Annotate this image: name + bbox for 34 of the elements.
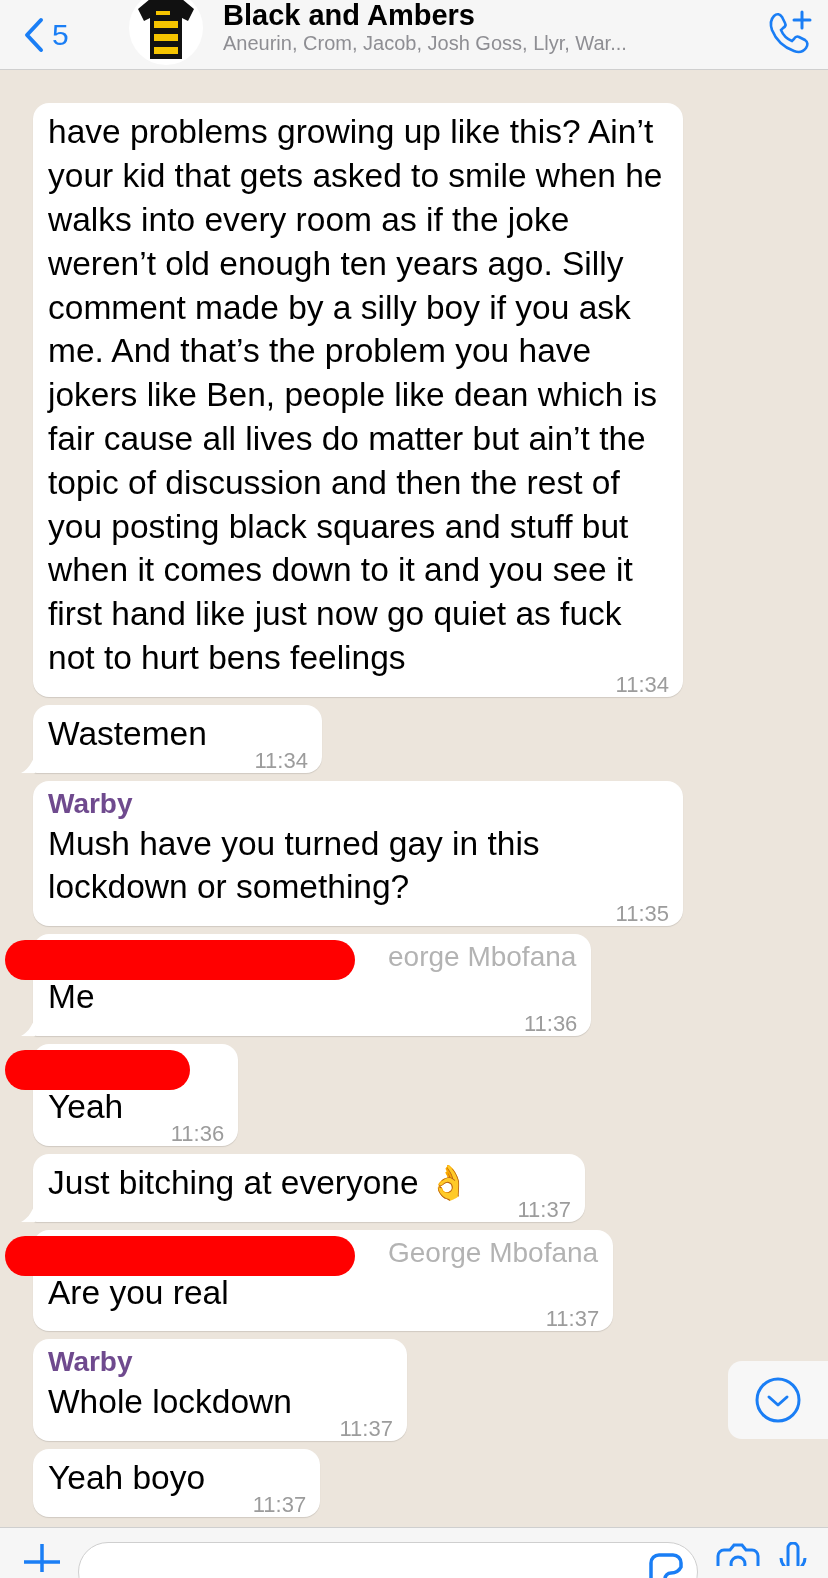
back-icon bbox=[24, 16, 44, 53]
microphone-icon bbox=[778, 1542, 808, 1566]
back-button[interactable]: 5 bbox=[24, 16, 119, 53]
message-text: Just bitching at everyone 👌 bbox=[48, 1163, 470, 1201]
message-text: Are you real bbox=[48, 1273, 229, 1311]
message-text: Mush have you turned gay in this lockdown or something? bbox=[48, 824, 540, 906]
message-time: 11:36 bbox=[170, 1123, 225, 1144]
attach-button[interactable] bbox=[24, 1542, 60, 1572]
message-time: 11:37 bbox=[545, 1309, 600, 1330]
chevron-down-icon bbox=[754, 1376, 802, 1424]
message-time: 11:37 bbox=[252, 1495, 307, 1515]
message-time: 11:35 bbox=[615, 904, 669, 925]
message-text: Wastemen bbox=[48, 714, 207, 752]
camera-button[interactable] bbox=[716, 1542, 760, 1566]
sender-name[interactable]: Warby bbox=[48, 1346, 392, 1379]
message-time: 11:34 bbox=[254, 750, 308, 771]
message-time: 11:36 bbox=[523, 1014, 578, 1034]
members-list: Aneurin, Crom, Jacob, Josh Goss, Llyr, War... bbox=[223, 31, 756, 55]
message-text: Whole lockdown bbox=[48, 1383, 292, 1421]
camera-icon bbox=[716, 1542, 760, 1566]
message-text: Yeah boyo bbox=[48, 1459, 206, 1497]
plus-icon bbox=[24, 1542, 60, 1572]
sender-name[interactable]: Warby bbox=[48, 787, 668, 820]
group-avatar-shirt-icon[interactable] bbox=[138, 0, 194, 59]
message-text: Me bbox=[48, 978, 95, 1016]
chat-title[interactable]: Black and Ambers bbox=[223, 0, 756, 32]
message-time: 11:34 bbox=[615, 674, 669, 695]
message-time: 11:37 bbox=[339, 1419, 393, 1440]
message-time: 11:37 bbox=[517, 1199, 571, 1220]
scroll-down-button[interactable] bbox=[728, 1361, 828, 1439]
message-text: Yeah bbox=[48, 1088, 124, 1125]
microphone-button[interactable] bbox=[778, 1542, 808, 1566]
message-text: have problems growing up like this? Ain’t your kid that gets asked to smile when he walks into every room as if the joke weren’t old enough ten years ago. Silly comment made by a silly boy if you ask me. And that’s the problem you have jokers like Ben, people like dean which is fair cause all lives do matter but ain’t the topic of discussion and then the rest of you posting black squares and stuff but when it comes down to it and you see it first hand like just now go quiet as fuck not to hurt bens feelings bbox=[48, 113, 663, 677]
sticker-icon bbox=[649, 1553, 683, 1578]
